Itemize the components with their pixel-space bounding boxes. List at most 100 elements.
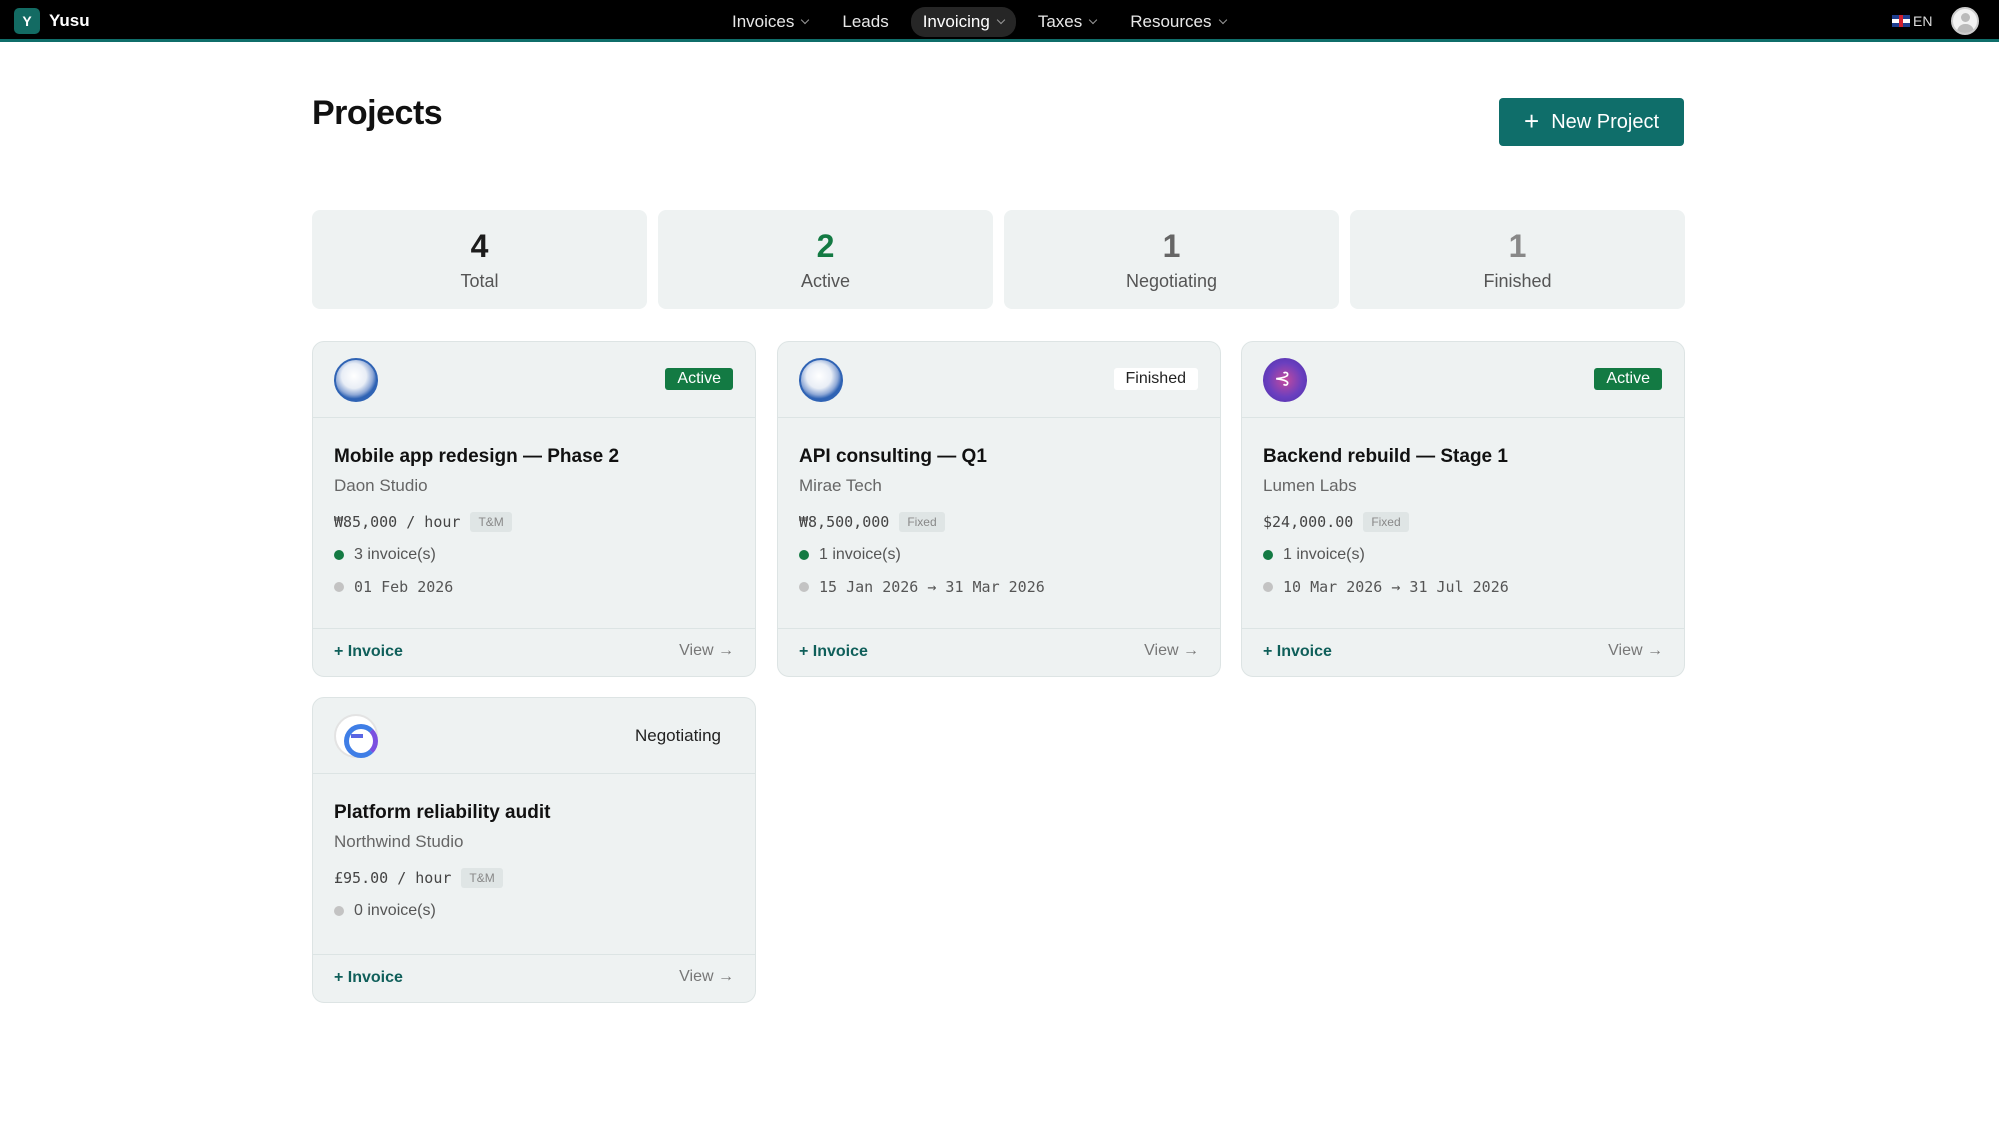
project-card[interactable]: Active Mobile app redesign — Phase 2 Dao… <box>312 341 756 677</box>
status-dot-icon <box>334 906 344 916</box>
new-project-button[interactable]: + New Project <box>1499 98 1684 146</box>
chevron-down-icon <box>801 15 810 25</box>
view-project-link[interactable]: View → <box>679 642 734 660</box>
language-switcher[interactable]: EN <box>1892 13 1932 29</box>
nav-item-taxes[interactable]: Taxes <box>1026 7 1108 37</box>
globe-logo-icon <box>334 358 378 402</box>
language-label: EN <box>1913 13 1933 29</box>
card-body: API consulting — Q1 Mirae Tech ₩8,500,00… <box>778 418 1220 628</box>
stat-finished: 1 Finished <box>1350 210 1685 309</box>
card-body: Backend rebuild — Stage 1 Lumen Labs $24… <box>1242 418 1684 628</box>
nav-item-label: Resources <box>1130 12 1212 31</box>
view-project-link[interactable]: View → <box>1608 642 1663 660</box>
client-name: Northwind Studio <box>334 832 464 851</box>
project-title[interactable]: Platform reliability audit <box>334 802 734 824</box>
stat-label: Finished <box>1483 271 1552 291</box>
stat-label: Negotiating <box>1125 271 1218 291</box>
date-row: 10 Mar 2026 → 31 Jul 2026 <box>1263 578 1663 596</box>
nav-item-label: Leads <box>842 12 889 31</box>
status-dot-icon <box>334 550 344 560</box>
invoice-count-row: 3 invoice(s) <box>334 546 734 564</box>
stat-active: 2 Active <box>658 210 993 309</box>
card-body: Platform reliability audit Northwind Stu… <box>313 774 755 954</box>
project-card[interactable]: Negotiating Platform reliability audit N… <box>312 697 756 1003</box>
nav-item-resources[interactable]: Resources <box>1118 7 1237 37</box>
stat-value: 1 <box>1162 228 1181 264</box>
add-invoice-link[interactable]: + Invoice <box>799 643 868 661</box>
project-title[interactable]: API consulting — Q1 <box>799 446 1199 468</box>
status-dot-icon <box>1263 582 1273 592</box>
project-card[interactable]: Finished API consulting — Q1 Mirae Tech … <box>777 341 1221 677</box>
brand-name: Yusu <box>49 11 90 30</box>
rate-value: $24,000.00 <box>1263 513 1354 531</box>
view-project-link[interactable]: View → <box>679 968 734 986</box>
user-avatar-icon[interactable] <box>1951 7 1979 35</box>
card-body: Mobile app redesign — Phase 2 Daon Studi… <box>313 418 755 628</box>
status-badge: Negotiating <box>634 726 721 745</box>
client-name: Lumen Labs <box>1263 476 1357 495</box>
billing-type-tag: Fixed <box>1363 512 1409 532</box>
nav-item-leads[interactable]: Leads <box>830 7 900 37</box>
card-header: Negotiating <box>313 698 755 774</box>
billing-type-tag: T&M <box>461 868 503 888</box>
billing-type-tag: Fixed <box>899 512 945 532</box>
client-name: Daon Studio <box>334 476 428 495</box>
invoice-count-row: 1 invoice(s) <box>799 546 1199 564</box>
billing-type-tag: T&M <box>470 512 512 532</box>
status-dot-icon <box>334 582 344 592</box>
card-header: Active <box>1242 342 1684 418</box>
rate-row: £95.00 / hour T&M <box>334 868 734 888</box>
rate-value: £95.00 / hour <box>334 869 452 887</box>
project-dates: 10 Mar 2026 → 31 Jul 2026 <box>1283 578 1509 596</box>
stat-label: Total <box>460 271 499 291</box>
invoice-count: 0 invoice(s) <box>354 902 436 919</box>
chevron-down-icon <box>1218 15 1227 25</box>
view-project-link[interactable]: View → <box>1144 642 1199 660</box>
nav-item-label: Invoicing <box>922 12 990 31</box>
new-project-label: New Project <box>1551 110 1659 133</box>
card-footer: + Invoice View → <box>313 954 755 1002</box>
northwind-logo-icon <box>334 714 378 758</box>
plus-icon: + <box>1524 105 1540 136</box>
status-badge: Active <box>665 368 733 390</box>
card-footer: + Invoice View → <box>313 628 755 676</box>
add-invoice-link[interactable]: + Invoice <box>1263 643 1332 661</box>
main-nav: Invoices Leads Invoicing Taxes Resources <box>720 7 1238 37</box>
invoice-count-row: 0 invoice(s) <box>334 902 734 920</box>
status-badge: Active <box>1594 368 1662 390</box>
rate-row: ₩85,000 / hour T&M <box>334 512 734 532</box>
brand-logo-icon: Y <box>14 8 40 34</box>
lumen-logo-icon <box>1263 358 1307 402</box>
chevron-down-icon <box>996 15 1006 25</box>
date-row: 15 Jan 2026 → 31 Mar 2026 <box>799 578 1199 596</box>
top-nav-bar: Y Yusu Invoices Leads Invoicing Taxes Re… <box>0 0 1999 42</box>
date-row: 01 Feb 2026 <box>334 578 734 596</box>
uk-flag-icon <box>1892 15 1910 27</box>
stat-value: 1 <box>1508 228 1527 264</box>
nav-item-invoices[interactable]: Invoices <box>720 7 820 37</box>
status-dot-icon <box>799 582 809 592</box>
invoice-count: 3 invoice(s) <box>354 546 436 563</box>
project-title[interactable]: Backend rebuild — Stage 1 <box>1263 446 1663 468</box>
project-card[interactable]: Active Backend rebuild — Stage 1 Lumen L… <box>1241 341 1685 677</box>
project-dates: 15 Jan 2026 → 31 Mar 2026 <box>819 578 1045 596</box>
nav-item-label: Invoices <box>732 12 795 31</box>
rate-value: ₩85,000 / hour <box>334 513 461 531</box>
rate-value: ₩8,500,000 <box>799 513 890 531</box>
add-invoice-link[interactable]: + Invoice <box>334 643 403 661</box>
status-badge: Finished <box>1113 368 1198 390</box>
project-dates: 01 Feb 2026 <box>354 578 454 596</box>
brand[interactable]: Y Yusu <box>14 8 90 34</box>
rate-row: ₩8,500,000 Fixed <box>799 512 1199 532</box>
page-title: Projects <box>312 94 443 132</box>
card-header: Finished <box>778 342 1220 418</box>
card-footer: + Invoice View → <box>778 628 1220 676</box>
add-invoice-link[interactable]: + Invoice <box>334 969 403 987</box>
stat-value: 2 <box>816 228 835 264</box>
stat-value: 4 <box>470 228 489 264</box>
nav-item-invoicing[interactable]: Invoicing <box>910 7 1016 37</box>
stat-negotiating: 1 Negotiating <box>1004 210 1339 309</box>
client-name: Mirae Tech <box>799 476 882 495</box>
status-dot-icon <box>799 550 809 560</box>
project-title[interactable]: Mobile app redesign — Phase 2 <box>334 446 734 468</box>
